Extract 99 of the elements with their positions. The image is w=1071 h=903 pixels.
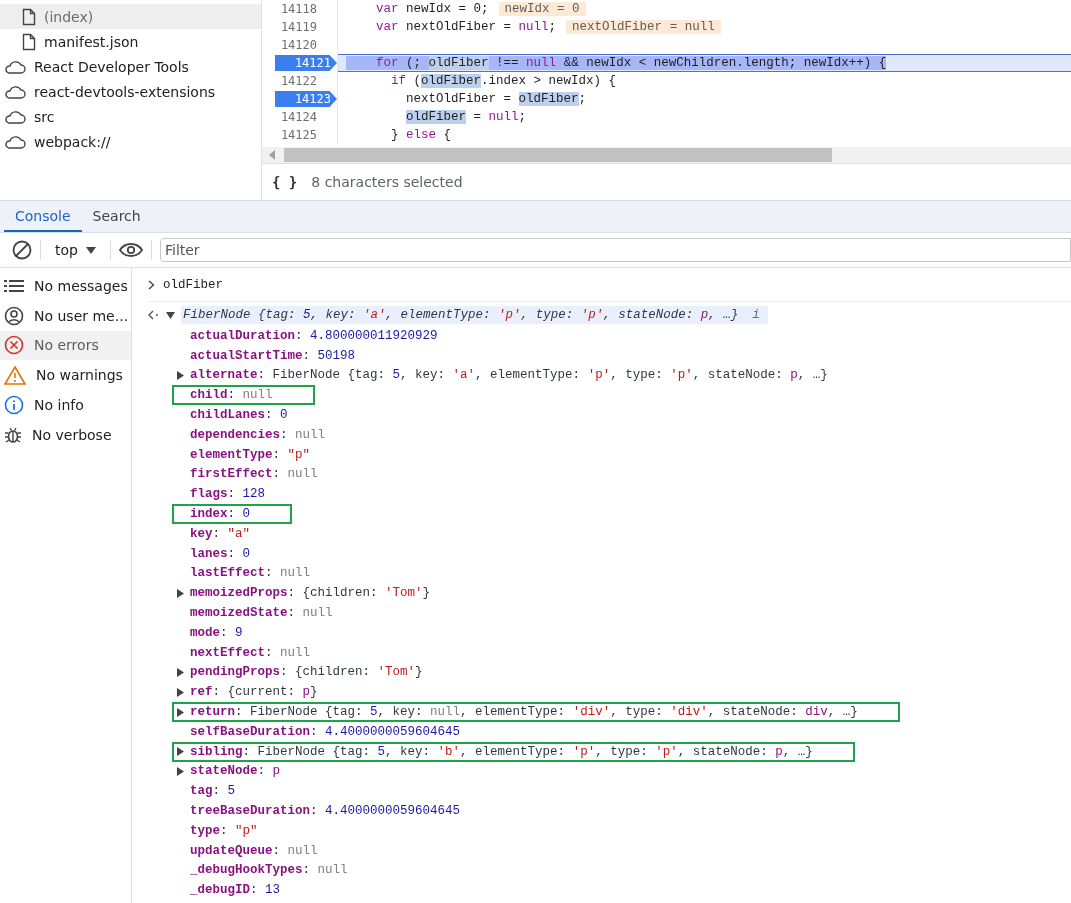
- code-line: if (oldFiber.index > newIdx) {: [390, 74, 617, 88]
- sidebar-item[interactable]: No messages: [0, 271, 131, 301]
- object-property: _debugID: 13: [190, 883, 281, 898]
- object-property: _debugHookTypes: null: [190, 863, 348, 878]
- object-property: alternate: FiberNode {tag: 5, key: 'a', elementType: 'p', type: 'p', stateNode: p, …}: [190, 368, 828, 383]
- line-number: 14124: [279, 109, 318, 125]
- object-property: elementType: "p": [190, 447, 311, 462]
- line-number: 14122: [279, 73, 318, 89]
- object-property: memoizedState: null: [190, 606, 333, 621]
- sidebar-item-label: No info: [34, 397, 84, 414]
- code-line: var nextOldFiber = null;: [375, 20, 557, 34]
- object-property: sibling: FiberNode {tag: 5, key: 'b', elementType: 'p', type: 'p', stateNode: p, …}: [190, 744, 813, 759]
- line-number: 14119: [279, 19, 318, 35]
- warning-icon: [4, 365, 26, 386]
- filter-field[interactable]: Filter: [159, 238, 1071, 262]
- info-badge[interactable]: i: [744, 306, 768, 324]
- cloud-icon: [4, 134, 26, 149]
- file-icon: [22, 7, 36, 26]
- line-number: 14120: [279, 37, 318, 53]
- collapsed-triangle-icon[interactable]: [176, 371, 185, 380]
- object-property: key: "a": [190, 526, 251, 541]
- object-property: childLanes: 0: [190, 408, 288, 423]
- breakpoint-marker[interactable]: 14123: [275, 91, 337, 107]
- tree-item-label: react-devtools-extensions: [34, 83, 216, 100]
- object-property: ref: {current: p}: [190, 685, 318, 700]
- eye-icon[interactable]: [118, 242, 143, 258]
- cloud-icon: [4, 109, 26, 124]
- object-property: memoizedProps: {children: 'Tom'}: [190, 586, 431, 601]
- line-number: 14125: [279, 127, 318, 143]
- command-text: oldFiber: [163, 277, 223, 292]
- scrollbar-thumb[interactable]: [284, 148, 832, 162]
- tree-item[interactable]: react-devtools-extensions: [0, 79, 261, 104]
- sidebar-item-label: No user me...: [34, 307, 129, 324]
- sidebar-item-label: No messages: [34, 277, 128, 294]
- code-line: } else {: [390, 128, 452, 142]
- clear-console-icon[interactable]: [12, 240, 32, 260]
- object-property: lastEffect: null: [190, 566, 311, 581]
- tree-item-label: React Developer Tools: [34, 58, 189, 75]
- object-summary[interactable]: FiberNode {tag: 5, key: 'a', elementType: 'p', type: 'p', stateNode: p, …}: [181, 306, 745, 324]
- selection-status: 8 characters selected: [311, 174, 463, 190]
- info-icon: [4, 395, 24, 416]
- object-property: treeBaseDuration: 4.4000000059604645: [190, 804, 461, 818]
- result-arrow-icon: [148, 310, 160, 320]
- tree-item[interactable]: webpack://: [0, 129, 261, 154]
- horizontal-scrollbar[interactable]: [262, 147, 1071, 163]
- drawer-tab[interactable]: Console: [4, 201, 82, 232]
- user-icon: [4, 305, 24, 326]
- breakpoint-marker[interactable]: 14121: [275, 55, 337, 71]
- sidebar-item[interactable]: No warnings: [0, 360, 131, 391]
- file-icon: [22, 32, 36, 51]
- object-property: firstEffect: null: [190, 467, 318, 482]
- list-icon: [4, 277, 24, 294]
- collapsed-triangle-icon[interactable]: [176, 588, 185, 598]
- sidebar-item[interactable]: No user me...: [0, 300, 131, 331]
- expanded-triangle-icon[interactable]: [166, 310, 175, 320]
- prompt-chevron-icon: [148, 279, 155, 290]
- code-line: var newIdx = 0;: [375, 2, 489, 16]
- sidebar-item-label: No verbose: [32, 426, 112, 443]
- inline-value: newIdx = 0: [498, 2, 586, 16]
- cloud-icon: [4, 59, 26, 74]
- tree-item[interactable]: React Developer Tools: [0, 54, 261, 79]
- caret-icon: [85, 246, 96, 254]
- object-property: actualDuration: 4.800000011920929: [190, 328, 438, 343]
- object-property: dependencies: null: [190, 427, 326, 442]
- sidebar-item-label: No errors: [34, 337, 99, 354]
- drawer-tab[interactable]: Search: [81, 201, 152, 232]
- object-property: updateQueue: null: [190, 843, 318, 858]
- sidebar-item[interactable]: No info: [0, 390, 131, 420]
- context-selector[interactable]: top: [49, 242, 102, 258]
- tree-item-label: (index): [44, 8, 94, 25]
- sidebar-item[interactable]: No verbose: [0, 420, 131, 450]
- object-property: pendingProps: {children: 'Tom'}: [190, 665, 423, 680]
- object-property: selfBaseDuration: 4.4000000059604645: [190, 724, 461, 739]
- object-property: stateNode: p: [190, 764, 281, 779]
- object-property: return: FiberNode {tag: 5, key: null, elementType: 'div', type: 'div', stateNode: div, …}: [190, 705, 858, 720]
- object-property: mode: 9: [190, 625, 243, 640]
- object-property: index: 0: [190, 507, 251, 522]
- tree-item-label: src: [34, 108, 55, 125]
- object-property: nextEffect: null: [190, 645, 311, 660]
- object-property: child: null: [190, 388, 273, 403]
- tree-item[interactable]: (index): [0, 4, 261, 29]
- object-property: flags: 128: [190, 487, 266, 502]
- tree-item-label: webpack://: [34, 133, 111, 150]
- error-icon: [4, 335, 24, 356]
- line-number: 14118: [279, 1, 318, 17]
- cloud-icon: [4, 84, 26, 99]
- object-property: type: "p": [190, 823, 258, 838]
- inline-value: nextOldFiber = null: [566, 20, 721, 34]
- tree-item[interactable]: src: [0, 104, 261, 129]
- bug-icon: [4, 425, 22, 444]
- tree-item-label: manifest.json: [44, 33, 139, 50]
- sidebar-item[interactable]: No errors: [0, 330, 131, 361]
- pretty-print-button[interactable]: { }: [270, 174, 300, 190]
- object-property: tag: 5: [190, 784, 236, 799]
- object-property: lanes: 0: [190, 546, 251, 561]
- code-line: nextOldFiber = oldFiber;: [405, 92, 587, 106]
- sidebar-item-label: No warnings: [36, 367, 123, 384]
- tree-item[interactable]: manifest.json: [0, 29, 261, 54]
- object-property: actualStartTime: 50198: [190, 348, 356, 363]
